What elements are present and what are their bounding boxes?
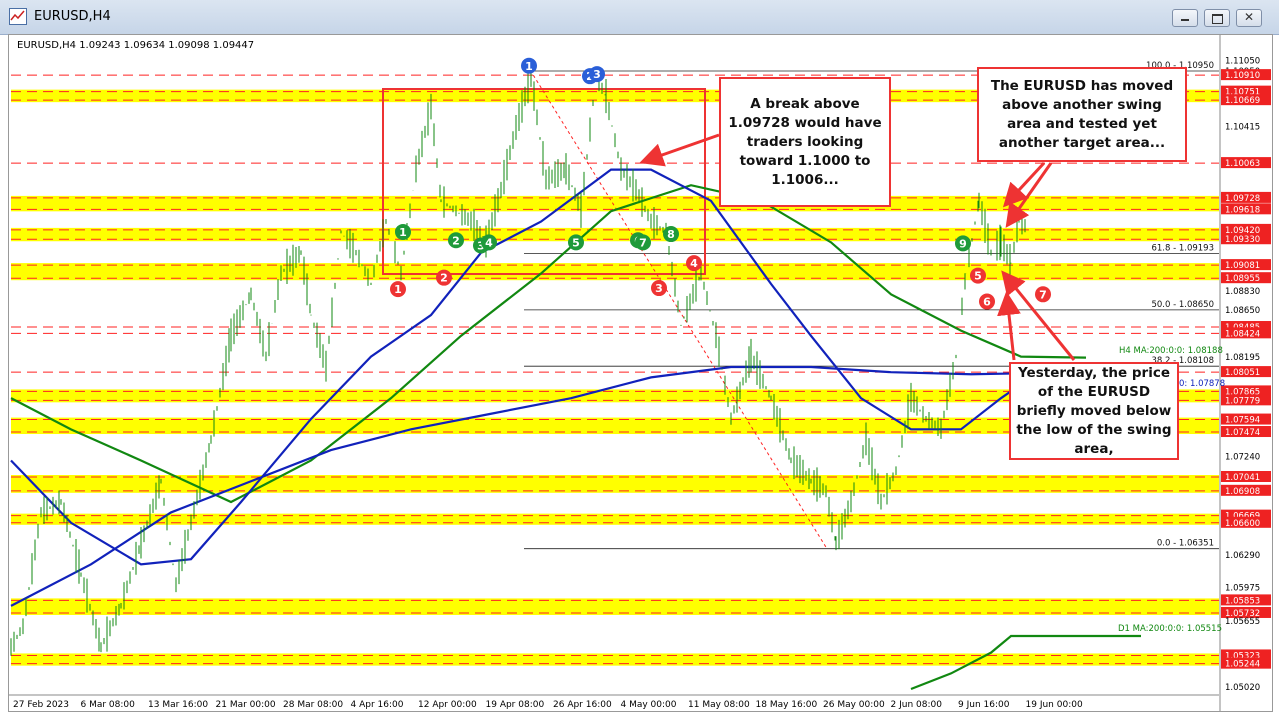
price-axis-label: 1.11050 bbox=[1225, 57, 1260, 67]
ma-partial-label: 0: 1.07878 bbox=[1179, 379, 1225, 389]
time-axis-label: 6 Mar 08:00 bbox=[81, 700, 136, 710]
time-axis-label: 4 Apr 16:00 bbox=[351, 700, 404, 710]
chart-window[interactable]: 100.0 - 1.10950 61.8 - 1.09193 50.0 - 1.08… bbox=[8, 34, 1273, 712]
callout-moved-above: The EURUSD has moved above another swing… bbox=[977, 67, 1187, 162]
price-axis-label: 1.06290 bbox=[1225, 551, 1260, 561]
time-axis-label: 13 Mar 16:00 bbox=[148, 700, 208, 710]
price-axis-label: 1.08195 bbox=[1225, 353, 1260, 363]
time-axis-label: 11 May 08:00 bbox=[688, 700, 750, 710]
price-axis-label: 1.09330 bbox=[1225, 235, 1260, 245]
time-axis-label: 21 Mar 00:00 bbox=[216, 700, 276, 710]
fib-level-label: 0.0 - 1.06351 bbox=[1157, 539, 1214, 549]
price-axis-label: 1.08830 bbox=[1225, 287, 1260, 297]
price-axis-label: 1.10910 bbox=[1225, 71, 1260, 81]
price-axis-label: 1.10415 bbox=[1225, 123, 1260, 133]
swing-marker-label: 9 bbox=[959, 237, 967, 250]
time-axis-label: 2 Jun 08:00 bbox=[891, 700, 943, 710]
swing-marker-label: 1 bbox=[525, 60, 533, 73]
price-axis-label: 1.09081 bbox=[1225, 261, 1260, 271]
minimize-icon bbox=[1181, 19, 1189, 21]
price-axis-label: 1.05975 bbox=[1225, 584, 1260, 594]
price-axis-label: 1.07240 bbox=[1225, 452, 1260, 462]
price-axis-label: 1.05020 bbox=[1225, 683, 1260, 693]
time-axis-label: 12 Apr 00:00 bbox=[418, 700, 477, 710]
swing-marker-label: 8 bbox=[667, 228, 675, 241]
time-axis-label: 27 Feb 2023 bbox=[13, 700, 69, 710]
swing-marker-label: 4 bbox=[485, 236, 493, 249]
swing-marker-label: 3 bbox=[655, 282, 663, 295]
time-axis-label: 4 May 00:00 bbox=[621, 700, 677, 710]
price-axis-label: 1.05244 bbox=[1225, 660, 1260, 670]
time-axis-label: 19 Apr 08:00 bbox=[486, 700, 545, 710]
swing-marker-label: 5 bbox=[572, 236, 580, 249]
price-axis-label: 1.09618 bbox=[1225, 205, 1260, 215]
d1-ma-label: D1 MA:200:0:0: 1.05515 bbox=[1118, 624, 1222, 634]
swing-marker-label: 4 bbox=[690, 257, 698, 270]
swing-marker-label: 2 bbox=[452, 234, 460, 247]
price-axis-label: 1.06908 bbox=[1225, 487, 1260, 497]
price-axis-label: 1.07594 bbox=[1225, 416, 1260, 426]
swing-marker-label: 2 bbox=[440, 272, 448, 285]
price-axis-label: 1.10063 bbox=[1225, 159, 1260, 169]
callout-arrow bbox=[639, 133, 720, 167]
price-axis-label: 1.08051 bbox=[1225, 368, 1260, 378]
time-axis-label: 26 May 00:00 bbox=[823, 700, 885, 710]
swing-marker-label: 1 bbox=[399, 226, 407, 239]
price-axis-label: 1.08424 bbox=[1225, 329, 1260, 339]
price-axis-label: 1.08650 bbox=[1225, 306, 1260, 316]
price-axis-label: 1.07474 bbox=[1225, 428, 1260, 438]
price-axis-label: 1.05853 bbox=[1225, 596, 1260, 606]
close-button[interactable]: ✕ bbox=[1236, 9, 1262, 27]
price-axis-label: 1.06600 bbox=[1225, 519, 1260, 529]
window-title: EURUSD,H4 bbox=[34, 9, 111, 24]
swing-marker-label: 7 bbox=[639, 236, 647, 249]
time-axis-label: 9 Jun 16:00 bbox=[958, 700, 1010, 710]
price-axis-label: 1.09728 bbox=[1225, 194, 1260, 204]
time-axis-label: 26 Apr 16:00 bbox=[553, 700, 612, 710]
window-titlebar: EURUSD,H4 ✕ bbox=[0, 0, 1279, 35]
price-axis-label: 1.05655 bbox=[1225, 617, 1260, 627]
price-axis-label: 1.07779 bbox=[1225, 396, 1260, 406]
price-axis-label: 1.08955 bbox=[1225, 274, 1260, 284]
swing-marker-label: 1 bbox=[394, 283, 402, 296]
support-resistance-zone bbox=[11, 263, 1219, 281]
close-icon: ✕ bbox=[1243, 10, 1255, 24]
time-axis-label: 18 May 16:00 bbox=[756, 700, 818, 710]
callout-yesterday: Yesterday, the price of the EURUSD brief… bbox=[1009, 362, 1179, 460]
maximize-icon bbox=[1212, 14, 1223, 24]
price-axis-label: 1.10669 bbox=[1225, 96, 1260, 106]
swing-marker-label: 3 bbox=[593, 68, 601, 81]
minimize-button[interactable] bbox=[1172, 9, 1198, 27]
time-axis-label: 28 Mar 08:00 bbox=[283, 700, 343, 710]
callout-break-above: A break above 1.09728 would have traders… bbox=[719, 77, 891, 207]
swing-marker-label: 6 bbox=[983, 296, 991, 309]
maximize-button[interactable] bbox=[1204, 9, 1230, 27]
price-axis-label: 1.07041 bbox=[1225, 473, 1260, 483]
swing-marker-label: 7 bbox=[1039, 288, 1047, 301]
chart-header: EURUSD,H4 1.09243 1.09634 1.09098 1.0944… bbox=[17, 40, 254, 51]
h4-ma-label: H4 MA:200:0:0: 1.08188 bbox=[1119, 346, 1223, 356]
swing-marker-label: 5 bbox=[974, 270, 982, 283]
time-axis-label: 19 Jun 00:00 bbox=[1026, 700, 1083, 710]
chart-window-icon bbox=[9, 8, 27, 25]
fib-level-label: 50.0 - 1.08650 bbox=[1151, 300, 1214, 310]
fib-level-label: 61.8 - 1.09193 bbox=[1151, 243, 1214, 253]
